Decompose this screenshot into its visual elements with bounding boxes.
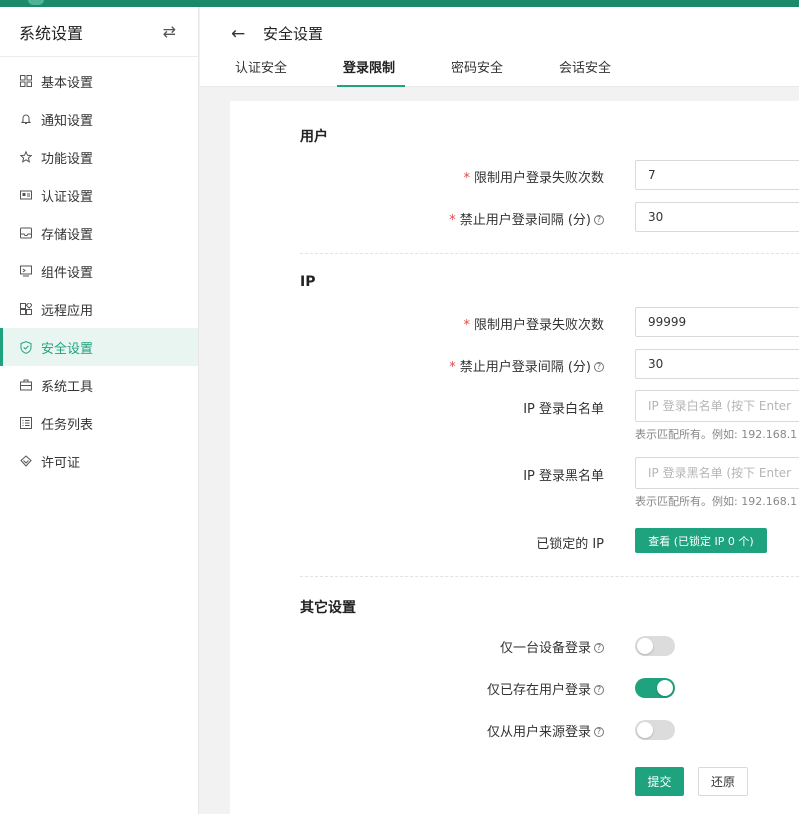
help-icon[interactable]: ? [594, 215, 604, 225]
help-icon[interactable]: ? [594, 362, 604, 372]
sidebar-item-security[interactable]: 安全设置 [0, 328, 198, 366]
toolbox-icon [19, 379, 32, 392]
monitor-icon [19, 265, 32, 278]
sidebar-item-tools[interactable]: 系统工具 [0, 366, 198, 404]
toggle-knob [657, 680, 673, 696]
sidebar-header: 系统设置 ⇄ [0, 7, 198, 57]
ip-whitelist-label: IP 登录白名单 [523, 402, 604, 417]
sidebar-menu: 基本设置 通知设置 功能设置 认证设置 存储设置 组件设置 远程应用 安全设置 [0, 57, 198, 480]
top-bar [0, 0, 799, 7]
settings-form: 用户 *限制用户登录失败次数 *禁止用户登录间隔 (分)? IP *限制用户登录… [230, 101, 799, 814]
help-icon[interactable]: ? [594, 685, 604, 695]
sidebar-item-remote-app[interactable]: 远程应用 [0, 290, 198, 328]
user-source-label: 仅从用户来源登录? [487, 721, 604, 740]
view-locked-ip-button[interactable]: 查看 (已锁定 IP 0 个) [635, 528, 767, 553]
ip-fail-limit-input[interactable] [635, 307, 799, 337]
user-block-interval-input[interactable] [635, 202, 799, 232]
sidebar-item-feature[interactable]: 功能设置 [0, 138, 198, 176]
tab-login-restriction[interactable]: 登录限制 [337, 57, 451, 87]
sidebar-item-label: 基本设置 [41, 75, 94, 91]
tab-auth-security[interactable]: 认证安全 [235, 57, 343, 87]
star-icon [19, 151, 32, 164]
sidebar-title: 系统设置 [19, 23, 84, 43]
diamond-icon [19, 455, 32, 468]
sidebar-item-label: 安全设置 [41, 341, 94, 357]
sidebar-item-tasks[interactable]: 任务列表 [0, 404, 198, 442]
ip-blacklist-label: IP 登录黑名单 [523, 469, 604, 484]
required-asterisk: * [463, 318, 470, 333]
sidebar-item-label: 组件设置 [41, 265, 94, 281]
switch-arrows-icon[interactable]: ⇄ [163, 22, 176, 41]
tab-session-security[interactable]: 会话安全 [559, 57, 611, 87]
sidebar-item-auth[interactable]: 认证设置 [0, 176, 198, 214]
shield-icon [19, 340, 32, 354]
sidebar-item-label: 认证设置 [41, 189, 94, 205]
reset-button[interactable]: 还原 [698, 767, 748, 796]
grid-icon [19, 75, 32, 88]
ip-block-interval-input[interactable] [635, 349, 799, 379]
user-fail-limit-label: * 限制用户登录失败次数 [463, 167, 604, 186]
user-fail-limit-input[interactable] [635, 160, 799, 190]
sidebar-item-component[interactable]: 组件设置 [0, 252, 198, 290]
sidebar-item-label: 远程应用 [41, 303, 94, 319]
back-arrow-icon[interactable]: ← [231, 24, 245, 44]
sidebar-item-label: 任务列表 [41, 417, 94, 433]
label-text: 禁止用户登录间隔 (分) [459, 360, 591, 375]
sidebar-item-license[interactable]: 许可证 [0, 442, 198, 480]
existing-user-label: 仅已存在用户登录? [487, 679, 604, 698]
label-text: 禁止用户登录间隔 (分) [459, 213, 591, 228]
sidebar-item-label: 系统工具 [41, 379, 94, 395]
section-title-other: 其它设置 [300, 600, 356, 616]
submit-button[interactable]: 提交 [635, 767, 684, 796]
logo-icon [28, 0, 44, 5]
required-asterisk: * [463, 171, 470, 186]
section-title-ip: IP [300, 274, 316, 290]
sidebar-item-label: 许可证 [41, 455, 81, 471]
label-text: 仅一台设备登录 [499, 641, 591, 656]
label-text: 限制用户登录失败次数 [473, 171, 604, 186]
ip-blacklist-input[interactable] [635, 457, 799, 489]
sidebar-item-label: 功能设置 [41, 151, 94, 167]
required-asterisk: * [449, 360, 456, 375]
ip-fail-limit-label: * 限制用户登录失败次数 [463, 314, 604, 333]
tab-bar: 认证安全 登录限制 密码安全 会话安全 [235, 57, 611, 87]
help-icon[interactable]: ? [594, 727, 604, 737]
apps-icon [19, 303, 32, 316]
ip-whitelist-input[interactable] [635, 390, 799, 422]
section-divider [300, 576, 799, 577]
user-block-interval-label: * 禁止用户登录间隔 (分)? [449, 209, 604, 228]
sidebar-item-storage[interactable]: 存储设置 [0, 214, 198, 252]
inbox-icon [19, 227, 32, 240]
locked-ip-label: 已锁定的 IP [536, 537, 604, 552]
page-title: 安全设置 [263, 25, 324, 43]
label-text: 仅从用户来源登录 [486, 725, 591, 740]
label-text: 限制用户登录失败次数 [473, 318, 604, 333]
tab-password-security[interactable]: 密码安全 [451, 57, 559, 87]
sidebar-item-notification[interactable]: 通知设置 [0, 100, 198, 138]
single-device-label: 仅一台设备登录? [500, 637, 604, 656]
list-icon [19, 417, 32, 430]
sidebar-item-label: 存储设置 [41, 227, 94, 243]
bell-icon [19, 113, 32, 126]
sidebar: 系统设置 ⇄ 基本设置 通知设置 功能设置 认证设置 存储设置 组件设置 远程应… [0, 7, 199, 814]
ip-whitelist-hint: 表示匹配所有。例如: 192.168.1 [635, 428, 798, 441]
toggle-knob [637, 638, 653, 654]
section-divider [300, 253, 799, 254]
sidebar-item-basic[interactable]: 基本设置 [0, 62, 198, 100]
sidebar-item-label: 通知设置 [41, 113, 94, 129]
label-text: 仅已存在用户登录 [486, 683, 591, 698]
ip-blacklist-hint: 表示匹配所有。例如: 192.168.1 [635, 495, 798, 508]
ip-block-interval-label: * 禁止用户登录间隔 (分)? [449, 356, 604, 375]
existing-user-toggle[interactable] [635, 678, 675, 698]
section-title-user: 用户 [300, 129, 328, 145]
help-icon[interactable]: ? [594, 643, 604, 653]
single-device-toggle[interactable] [635, 636, 675, 656]
page-header: ← 安全设置 认证安全 登录限制 密码安全 会话安全 [200, 7, 799, 87]
id-card-icon [19, 189, 32, 202]
user-source-toggle[interactable] [635, 720, 675, 740]
toggle-knob [637, 722, 653, 738]
required-asterisk: * [449, 213, 456, 228]
